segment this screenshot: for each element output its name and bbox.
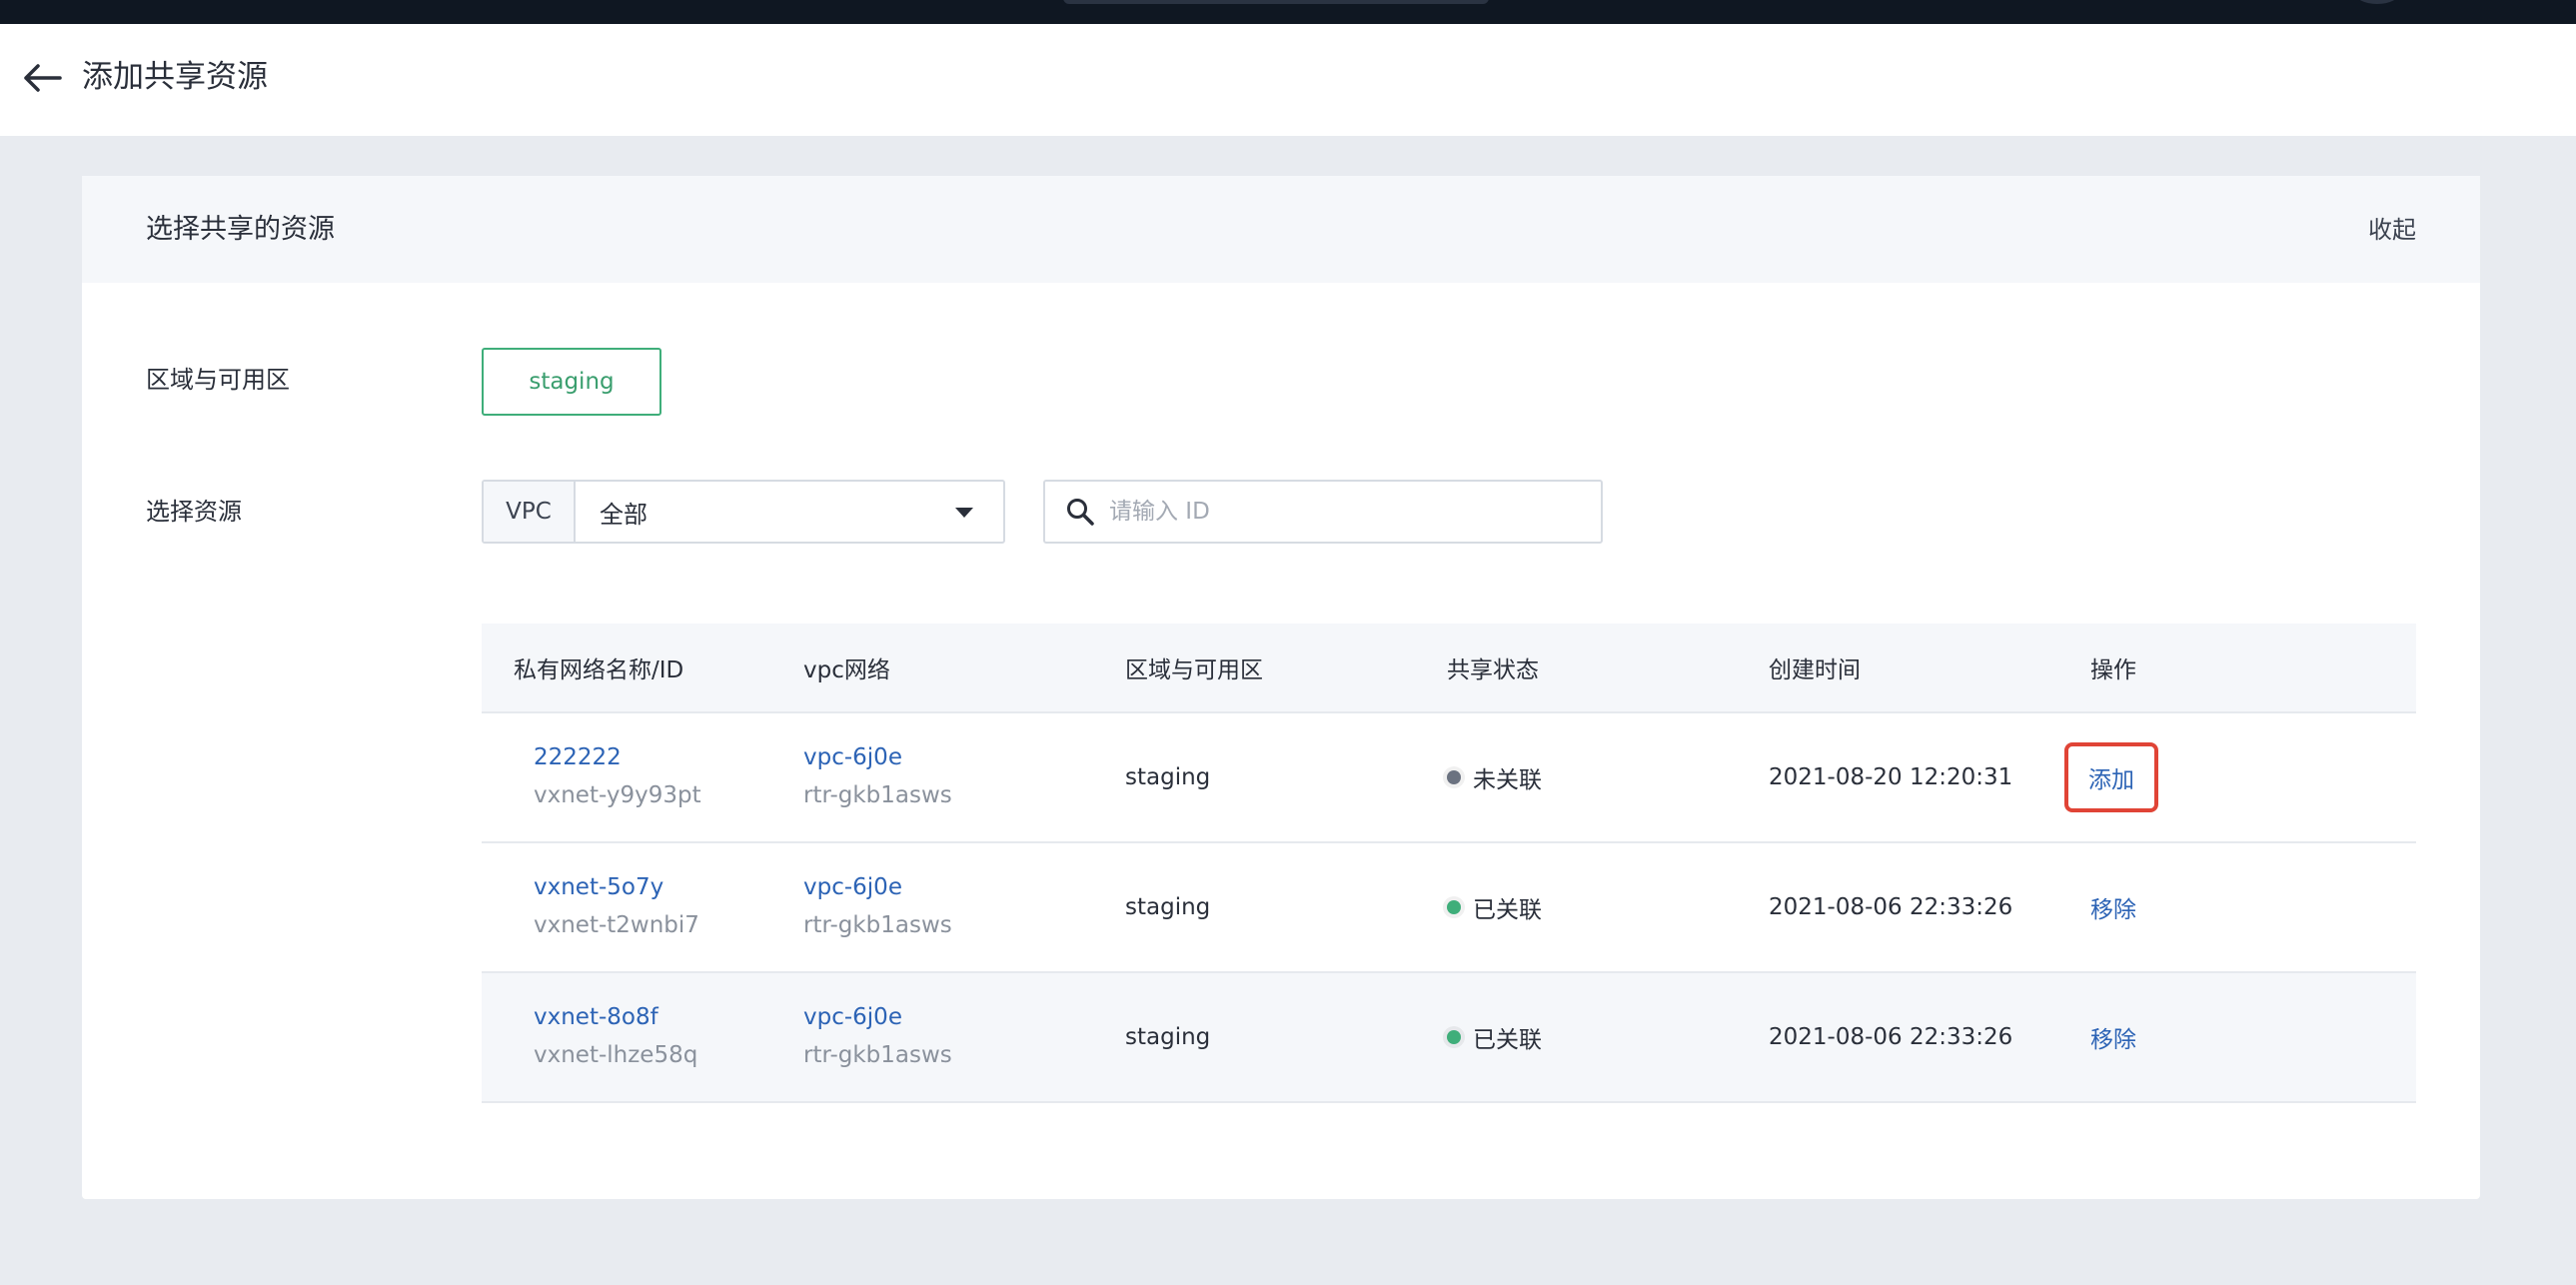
table-row: vxnet-8o8f vxnet-lhze58q vpc-6j0e rtr-gk… (482, 973, 2416, 1103)
vxnet-id: vxnet-lhze58q (534, 1042, 698, 1068)
vxnet-name-link[interactable]: vxnet-8o8f (534, 999, 803, 1035)
created-time: 2021-08-06 22:33:26 (1769, 894, 2013, 920)
column-header-name: 私有网络名称/ID (514, 657, 684, 683)
table-row: vxnet-5o7y vxnet-t2wnbi7 vpc-6j0e rtr-gk… (482, 843, 2416, 973)
resource-table: 私有网络名称/ID vpc网络 区域与可用区 共享状态 创建时间 操作 2222… (482, 624, 2416, 1103)
page-title: 添加共享资源 (82, 59, 268, 95)
resource-label: 选择资源 (146, 498, 242, 526)
created-time: 2021-08-06 22:33:26 (1769, 1024, 2013, 1050)
vpc-link[interactable]: vpc-6j0e (803, 739, 1125, 775)
status-text: 已关联 (1473, 897, 1542, 923)
status-dot-icon (1447, 1030, 1461, 1044)
zone-option-staging[interactable]: staging (482, 348, 661, 416)
column-header-action: 操作 (2090, 657, 2136, 683)
router-id: rtr-gkb1asws (803, 912, 952, 938)
resource-card: 选择共享的资源 收起 区域与可用区 staging 选择资源 VPC 全部 私有… (82, 176, 2480, 1199)
select-prefix: VPC (484, 482, 576, 542)
status-badge: 已关联 (1447, 890, 1769, 924)
column-header-vpc: vpc网络 (803, 657, 890, 683)
add-button[interactable]: 添加 (2064, 742, 2158, 812)
table-row: 222222 vxnet-y9y93pt vpc-6j0e rtr-gkb1as… (482, 713, 2416, 843)
router-id: rtr-gkb1asws (803, 782, 952, 808)
search-box[interactable] (1043, 480, 1603, 544)
status-dot-icon (1447, 900, 1461, 914)
zone-cell: staging (1125, 764, 1211, 790)
router-id: rtr-gkb1asws (803, 1042, 952, 1068)
card-title: 选择共享的资源 (146, 214, 335, 245)
zone-cell: staging (1125, 1024, 1211, 1050)
vpc-link[interactable]: vpc-6j0e (803, 869, 1125, 905)
zone-label: 区域与可用区 (146, 366, 290, 394)
page-header: 添加共享资源 (0, 24, 2576, 136)
remove-button[interactable]: 移除 (2090, 1020, 2136, 1054)
search-input[interactable] (1109, 499, 1549, 525)
top-bar (0, 0, 2576, 24)
select-value-text: 全部 (600, 500, 647, 529)
vpc-link[interactable]: vpc-6j0e (803, 999, 1125, 1035)
table-header: 私有网络名称/ID vpc网络 区域与可用区 共享状态 创建时间 操作 (482, 624, 2416, 713)
status-text: 已关联 (1473, 1027, 1542, 1053)
status-dot-icon (1447, 770, 1461, 784)
vxnet-name-link[interactable]: 222222 (534, 739, 803, 775)
vxnet-id: vxnet-y9y93pt (534, 782, 701, 808)
column-header-status: 共享状态 (1447, 657, 1539, 683)
status-badge: 已关联 (1447, 1020, 1769, 1054)
collapse-button[interactable]: 收起 (2368, 210, 2416, 250)
status-text: 未关联 (1473, 767, 1542, 793)
created-time: 2021-08-20 12:20:31 (1769, 764, 2013, 790)
vxnet-name-link[interactable]: vxnet-5o7y (534, 869, 803, 905)
column-header-created: 创建时间 (1769, 657, 1861, 683)
zone-cell: staging (1125, 894, 1211, 920)
remove-button[interactable]: 移除 (2090, 890, 2136, 924)
column-header-zone: 区域与可用区 (1125, 657, 1263, 683)
status-badge: 未关联 (1447, 760, 1769, 794)
top-bar-avatar[interactable] (2354, 0, 2400, 4)
vxnet-id: vxnet-t2wnbi7 (534, 912, 699, 938)
chevron-down-icon (955, 508, 973, 518)
search-icon (1067, 499, 1094, 526)
card-header: 选择共享的资源 收起 (82, 176, 2480, 283)
select-value[interactable]: 全部 (576, 482, 1003, 542)
back-arrow-icon[interactable] (22, 62, 62, 94)
resource-type-select[interactable]: VPC 全部 (482, 480, 1005, 544)
top-bar-search-pill[interactable] (1063, 0, 1489, 4)
